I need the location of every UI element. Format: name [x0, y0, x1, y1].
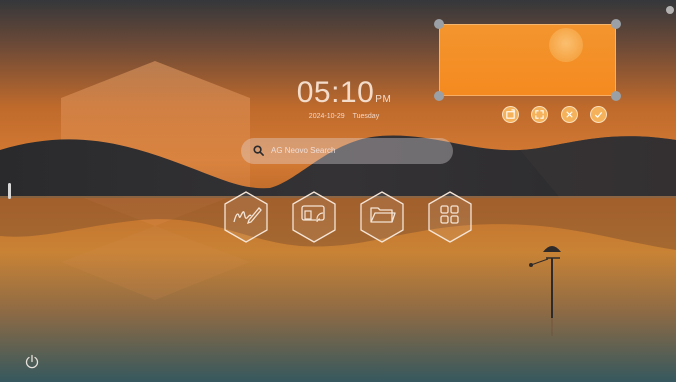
home-screen: 05:10PM 2024-10-29 Tuesday AG Neovo Searc…	[0, 0, 676, 382]
corner-indicator[interactable]	[666, 6, 674, 14]
screen-cast-icon	[301, 205, 325, 223]
widget-frame	[439, 24, 616, 96]
folder-icon	[370, 207, 396, 223]
whiteboard-pen-icon	[233, 207, 262, 225]
all-apps-button[interactable]	[426, 189, 474, 245]
clock-date: 2024-10-29	[308, 113, 345, 120]
clock-weekday: Tuesday	[352, 113, 380, 120]
resize-handle-top-right[interactable]	[611, 19, 621, 29]
resize-handle-bottom-left[interactable]	[434, 91, 444, 101]
clock-time: 05:10	[296, 76, 375, 109]
widget-close-button[interactable]	[561, 106, 578, 123]
replace-icon	[506, 109, 515, 119]
resize-handle-bottom-right[interactable]	[611, 91, 621, 101]
search-icon	[253, 145, 264, 156]
widget-replace-button[interactable]	[502, 106, 519, 123]
picture-widget[interactable]	[434, 19, 621, 101]
close-icon	[566, 111, 573, 118]
widget-fullscreen-button[interactable]	[531, 106, 548, 123]
file-manager-app-button[interactable]	[358, 189, 406, 245]
apps-grid-icon	[440, 205, 459, 224]
side-panel-handle[interactable]	[8, 183, 11, 199]
clock-ampm: PM	[375, 94, 392, 105]
resize-handle-top-left[interactable]	[434, 19, 444, 29]
confirm-check-icon	[594, 111, 603, 119]
power-icon[interactable]	[24, 354, 40, 370]
screen-cast-app-button[interactable]	[290, 189, 338, 245]
clock-date-line: 2024-10-29 Tuesday	[296, 113, 392, 120]
search-placeholder: AG Neovo Search	[271, 146, 336, 155]
widget-confirm-button[interactable]	[590, 106, 607, 123]
fullscreen-icon	[535, 110, 544, 119]
clock-widget: 05:10PM 2024-10-29 Tuesday	[296, 76, 392, 120]
whiteboard-app-button[interactable]	[222, 189, 270, 245]
search-bar[interactable]: AG Neovo Search	[241, 138, 453, 164]
